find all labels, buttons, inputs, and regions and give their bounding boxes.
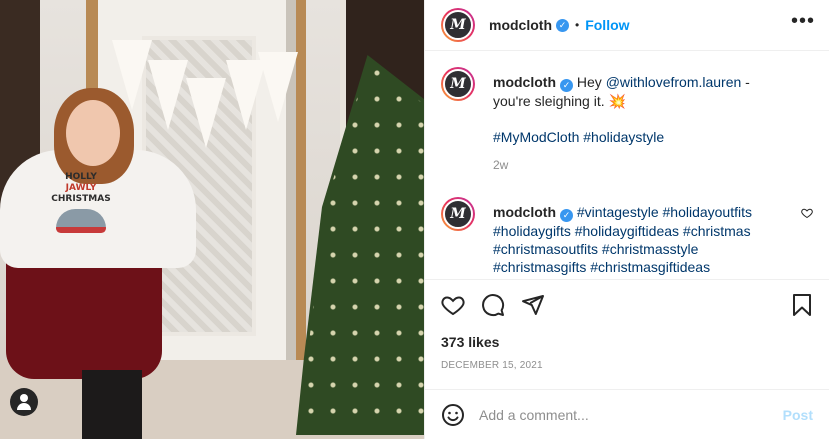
bookmark-icon[interactable] — [791, 293, 813, 317]
post-photo[interactable]: HOLLY JAWLY CHRISTMAS — [0, 0, 424, 439]
avatar[interactable]: M — [441, 67, 475, 101]
avatar-logo: M — [443, 199, 473, 229]
avatar-logo: M — [443, 10, 473, 40]
post-side-panel: M modcloth ✓ • Follow ••• M modcloth ✓ He… — [424, 0, 829, 439]
user-tag-icon[interactable] — [10, 388, 38, 416]
avatar[interactable]: M — [441, 8, 475, 42]
photo-person-face — [66, 100, 120, 166]
username-link[interactable]: modcloth — [489, 17, 552, 33]
photo-shirt-print: HOLLY JAWLY CHRISTMAS — [40, 172, 122, 242]
comment-item: M modcloth ✓ #vintagestyle #holidayoutfit… — [441, 197, 813, 276]
comment-body: modcloth ✓ #vintagestyle #holidayoutfits … — [493, 197, 763, 276]
action-icons — [441, 292, 813, 318]
shirt-line: CHRISTMAS — [51, 194, 111, 204]
header-user-block: modcloth ✓ • Follow — [489, 17, 630, 33]
post-date[interactable]: DECEMBER 15, 2021 — [441, 360, 813, 371]
emoji-smile-icon[interactable] — [441, 403, 465, 427]
more-options-icon[interactable]: ••• — [791, 11, 815, 31]
likes-count[interactable]: 373 likes — [441, 334, 813, 350]
photo-door-trim-right — [296, 0, 306, 380]
comments-list: M modcloth ✓ Hey @withlovefrom.lauren - y… — [425, 51, 829, 279]
comment-username[interactable]: modcloth — [493, 204, 556, 220]
post-header: M modcloth ✓ • Follow ••• — [425, 0, 829, 51]
separator-dot: • — [575, 18, 580, 32]
comment-input[interactable] — [479, 406, 783, 423]
action-bar: 373 likes DECEMBER 15, 2021 — [425, 279, 829, 389]
heart-icon[interactable] — [441, 293, 465, 317]
photo-person-legs — [82, 370, 142, 439]
verified-badge-icon: ✓ — [560, 79, 573, 92]
hashtag-links[interactable]: #MyModCloth #holidaystyle — [493, 128, 763, 146]
caption-comment: M modcloth ✓ Hey @withlovefrom.lauren - y… — [441, 67, 813, 197]
comment-age[interactable]: 2w — [493, 156, 763, 174]
avatar[interactable]: M — [441, 197, 475, 231]
shark-graphic — [56, 209, 106, 233]
shirt-line: HOLLY — [65, 172, 97, 182]
comment-bubble-icon[interactable] — [481, 293, 505, 317]
heart-icon[interactable] — [801, 206, 813, 222]
post-button[interactable]: Post — [783, 407, 813, 423]
avatar-logo: M — [443, 69, 473, 99]
verified-badge-icon: ✓ — [560, 209, 573, 222]
mention-link[interactable]: @withlovefrom.lauren — [606, 74, 742, 90]
comment-text: Hey — [576, 74, 606, 90]
shirt-line: JAWLY — [65, 183, 97, 193]
comment-username[interactable]: modcloth — [493, 74, 556, 90]
instagram-post-modal: HOLLY JAWLY CHRISTMAS M modcloth ✓ • Fol… — [0, 0, 829, 439]
comment-body: modcloth ✓ Hey @withlovefrom.lauren - you… — [493, 67, 763, 174]
follow-button[interactable]: Follow — [585, 17, 629, 33]
paper-plane-icon[interactable] — [521, 293, 545, 317]
comment-composer: Post — [425, 389, 829, 439]
verified-badge-icon: ✓ — [556, 18, 569, 32]
